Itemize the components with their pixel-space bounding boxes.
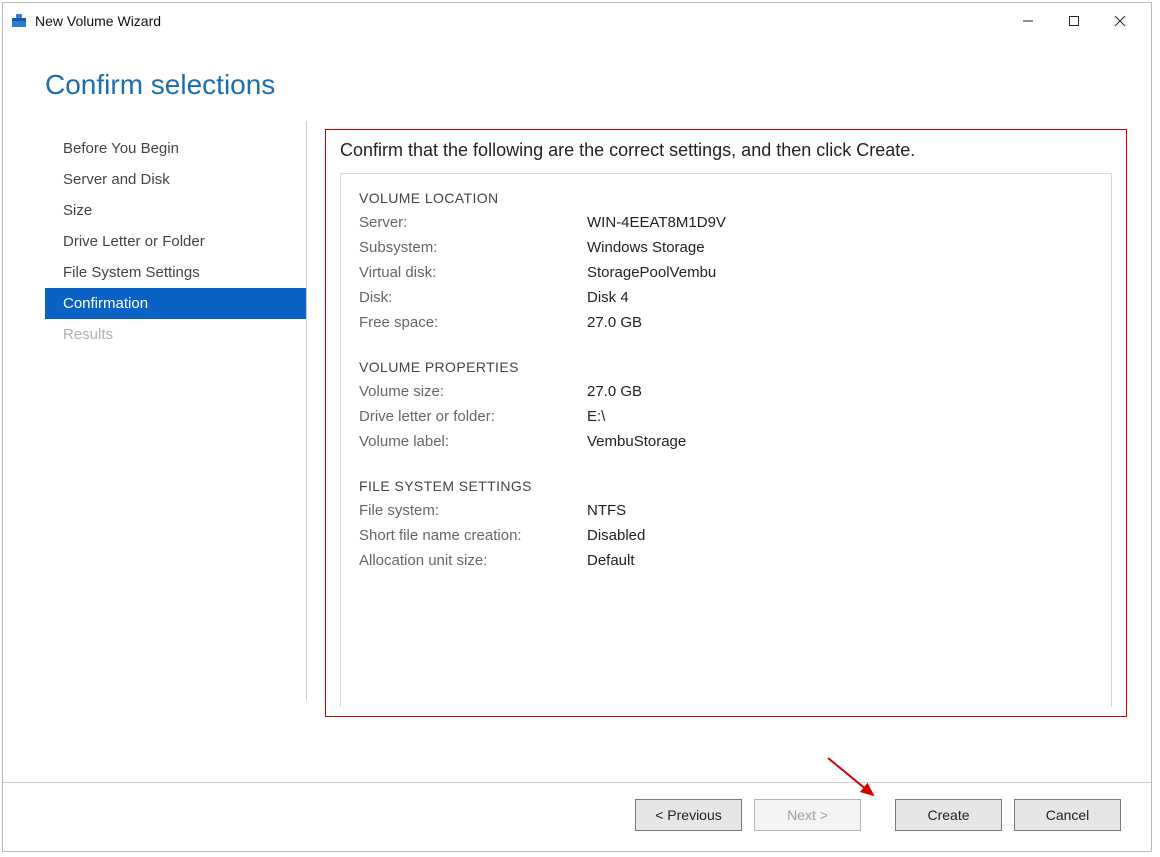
- label-file-system: File system:: [359, 502, 587, 519]
- label-free-space: Free space:: [359, 314, 587, 331]
- label-subsystem: Subsystem:: [359, 239, 587, 256]
- window-title: New Volume Wizard: [35, 13, 1005, 29]
- create-button[interactable]: Create: [895, 799, 1002, 831]
- value-disk: Disk 4: [587, 289, 1093, 306]
- value-drive-letter: E:\: [587, 408, 1093, 425]
- main-panel: Confirm that the following are the corre…: [307, 121, 1133, 782]
- label-short-file-name: Short file name creation:: [359, 527, 587, 544]
- value-short-file-name: Disabled: [587, 527, 1093, 544]
- label-volume-size: Volume size:: [359, 383, 587, 400]
- section-heading-volume-properties: VOLUME PROPERTIES: [359, 359, 1093, 375]
- value-subsystem: Windows Storage: [587, 239, 1093, 256]
- highlight-box: Confirm that the following are the corre…: [325, 129, 1127, 717]
- section-heading-volume-location: VOLUME LOCATION: [359, 190, 1093, 206]
- label-virtual-disk: Virtual disk:: [359, 264, 587, 281]
- value-free-space: 27.0 GB: [587, 314, 1093, 331]
- row-disk: Disk: Disk 4: [359, 285, 1093, 310]
- row-drive-letter: Drive letter or folder: E:\: [359, 404, 1093, 429]
- row-file-system: File system: NTFS: [359, 498, 1093, 523]
- value-file-system: NTFS: [587, 502, 1093, 519]
- maximize-button[interactable]: [1051, 5, 1097, 37]
- page-heading: Confirm selections: [3, 39, 1151, 121]
- next-button: Next >: [754, 799, 861, 831]
- sidebar-item-results: Results: [45, 319, 306, 350]
- content-area: Confirm selections Before You Begin Serv…: [3, 39, 1151, 851]
- row-short-file-name: Short file name creation: Disabled: [359, 523, 1093, 548]
- value-volume-label: VembuStorage: [587, 433, 1093, 450]
- value-server: WIN-4EEAT8M1D9V: [587, 214, 1093, 231]
- app-icon: [11, 13, 27, 29]
- row-server: Server: WIN-4EEAT8M1D9V: [359, 210, 1093, 235]
- close-button[interactable]: [1097, 5, 1143, 37]
- minimize-button[interactable]: [1005, 5, 1051, 37]
- row-virtual-disk: Virtual disk: StoragePoolVembu: [359, 260, 1093, 285]
- row-free-space: Free space: 27.0 GB: [359, 310, 1093, 335]
- value-volume-size: 27.0 GB: [587, 383, 1093, 400]
- previous-button[interactable]: < Previous: [635, 799, 742, 831]
- sidebar-item-server-and-disk[interactable]: Server and Disk: [45, 164, 306, 195]
- row-subsystem: Subsystem: Windows Storage: [359, 235, 1093, 260]
- value-virtual-disk: StoragePoolVembu: [587, 264, 1093, 281]
- instruction-text: Confirm that the following are the corre…: [340, 140, 1112, 161]
- wizard-sidebar: Before You Begin Server and Disk Size Dr…: [45, 121, 307, 701]
- settings-frame: VOLUME LOCATION Server: WIN-4EEAT8M1D9V …: [340, 173, 1112, 707]
- label-volume-label: Volume label:: [359, 433, 587, 450]
- label-allocation-unit: Allocation unit size:: [359, 552, 587, 569]
- sidebar-item-drive-letter[interactable]: Drive Letter or Folder: [45, 226, 306, 257]
- cancel-button[interactable]: Cancel: [1014, 799, 1121, 831]
- value-allocation-unit: Default: [587, 552, 1093, 569]
- label-disk: Disk:: [359, 289, 587, 306]
- wizard-window: New Volume Wizard Confirm selections Bef…: [2, 2, 1152, 852]
- body-row: Before You Begin Server and Disk Size Dr…: [3, 121, 1151, 782]
- sidebar-item-confirmation[interactable]: Confirmation: [45, 288, 306, 319]
- titlebar: New Volume Wizard: [3, 3, 1151, 39]
- sidebar-item-file-system-settings[interactable]: File System Settings: [45, 257, 306, 288]
- window-controls: [1005, 5, 1143, 37]
- label-server: Server:: [359, 214, 587, 231]
- row-volume-size: Volume size: 27.0 GB: [359, 379, 1093, 404]
- label-drive-letter: Drive letter or folder:: [359, 408, 587, 425]
- row-volume-label: Volume label: VembuStorage: [359, 429, 1093, 454]
- section-heading-file-system-settings: FILE SYSTEM SETTINGS: [359, 478, 1093, 494]
- sidebar-item-before-you-begin[interactable]: Before You Begin: [45, 133, 306, 164]
- button-bar: < Previous Next > Create Cancel: [3, 782, 1151, 851]
- sidebar-item-size[interactable]: Size: [45, 195, 306, 226]
- row-allocation-unit: Allocation unit size: Default: [359, 548, 1093, 573]
